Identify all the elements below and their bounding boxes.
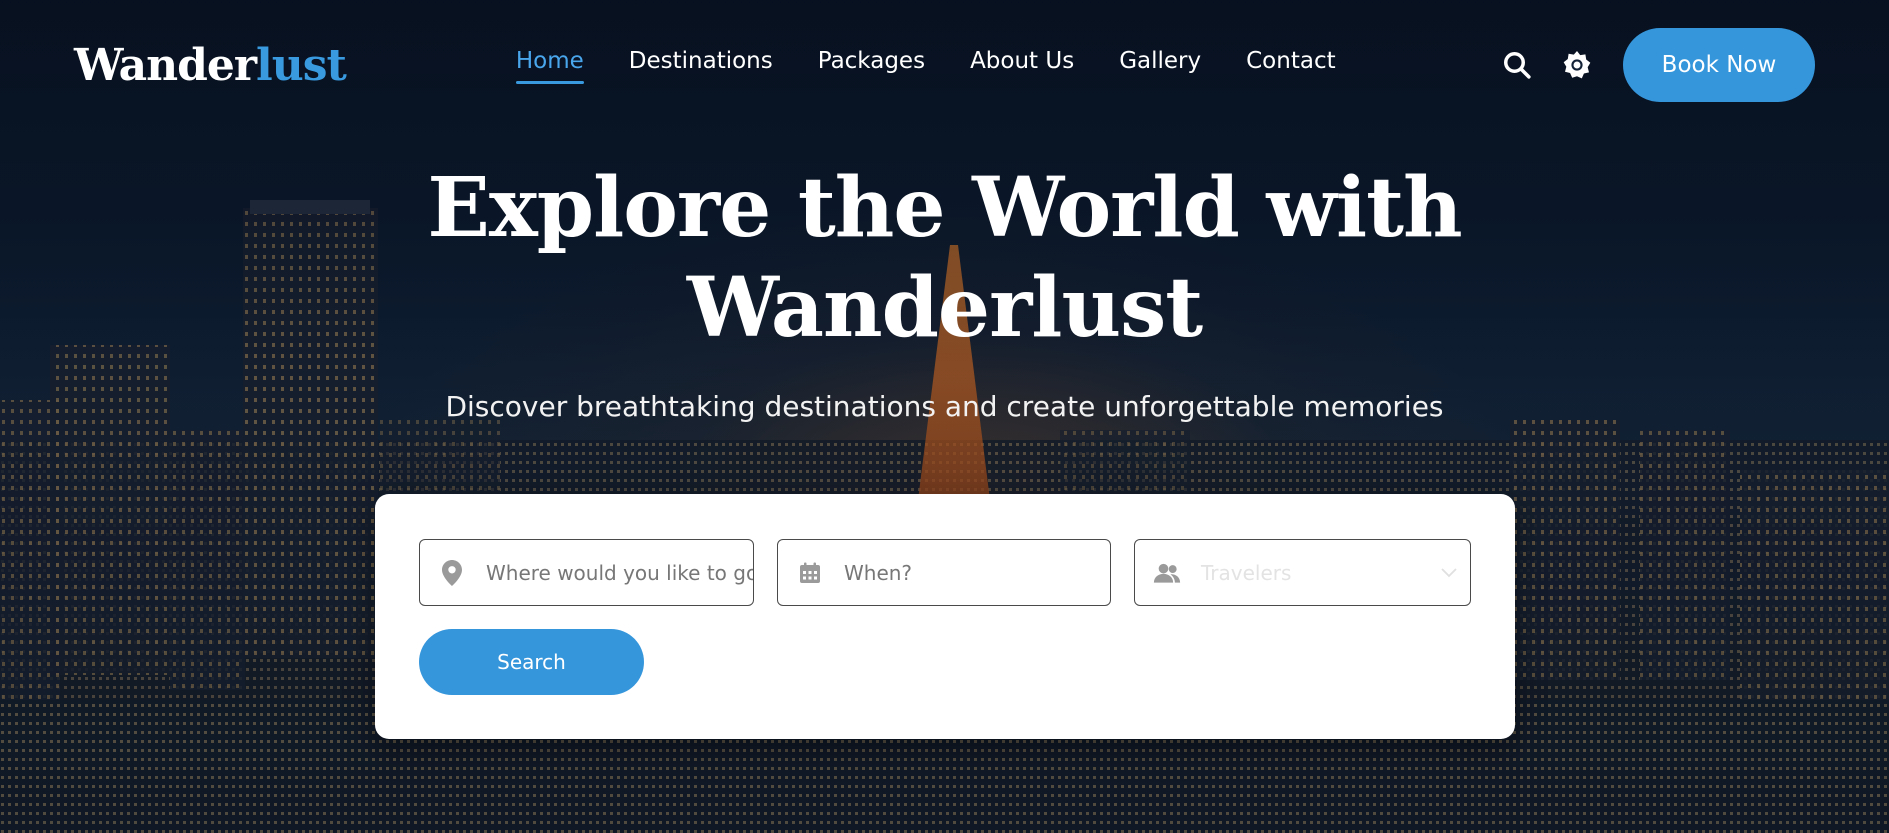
search-card: Travelers Search	[375, 494, 1515, 739]
nav-item-destinations[interactable]: Destinations	[629, 48, 773, 82]
nav-item-contact[interactable]: Contact	[1246, 48, 1335, 82]
main-nav: Home Destinations Packages About Us Gall…	[515, 48, 1336, 84]
map-pin-icon	[438, 559, 466, 587]
date-field[interactable]	[777, 539, 1111, 606]
chevron-down-icon	[1434, 567, 1464, 578]
search-icon[interactable]	[1499, 47, 1535, 83]
destination-field[interactable]	[419, 539, 754, 606]
brand-name-main: Wander	[74, 39, 257, 91]
users-icon	[1153, 559, 1181, 587]
travelers-select[interactable]: Travelers	[1134, 539, 1471, 606]
brand-logo[interactable]: Wanderlust	[74, 39, 347, 91]
brand-name-accent: lust	[256, 39, 347, 91]
calendar-icon	[796, 559, 824, 587]
hero-subtitle: Discover breathtaking destinations and c…	[445, 390, 1444, 423]
search-button[interactable]: Search	[419, 629, 644, 695]
hero-title-line-1: Explore the World with	[427, 160, 1462, 256]
nav-item-about-us[interactable]: About Us	[970, 48, 1074, 82]
nav-item-packages[interactable]: Packages	[818, 48, 925, 82]
date-input[interactable]	[844, 560, 1110, 585]
travelers-placeholder: Travelers	[1201, 560, 1292, 585]
destination-input[interactable]	[486, 560, 753, 585]
theme-toggle-sun-icon[interactable]	[1559, 47, 1595, 83]
site-header: Wanderlust Home Destinations Packages Ab…	[0, 0, 1889, 130]
book-now-button[interactable]: Book Now	[1623, 28, 1815, 102]
header-actions: Book Now	[1499, 28, 1815, 102]
nav-item-gallery[interactable]: Gallery	[1119, 48, 1201, 82]
hero-title-line-2: Wanderlust	[686, 260, 1203, 356]
hero-title: Explore the World with Wanderlust	[0, 158, 1889, 358]
nav-item-home[interactable]: Home	[515, 48, 584, 84]
